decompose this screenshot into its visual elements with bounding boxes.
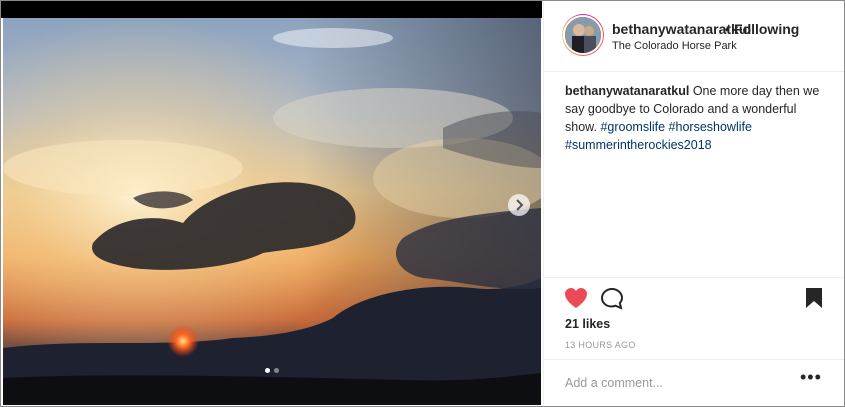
following-button[interactable]: Following bbox=[734, 21, 799, 37]
like-button[interactable] bbox=[564, 287, 588, 314]
heart-icon bbox=[565, 288, 587, 308]
avatar-image bbox=[565, 17, 601, 53]
carousel-dot-active bbox=[265, 368, 270, 373]
chevron-right-icon bbox=[516, 199, 524, 211]
location-link[interactable]: The Colorado Horse Park bbox=[612, 40, 737, 52]
post-header: bethanywatanaratkul • Following The Colo… bbox=[544, 1, 844, 72]
post-photo[interactable] bbox=[3, 18, 541, 405]
separator-dot: • bbox=[725, 21, 730, 37]
more-options-icon[interactable]: ••• bbox=[800, 368, 821, 390]
avatar[interactable] bbox=[563, 15, 603, 55]
hashtag-link[interactable]: #groomslife bbox=[600, 120, 665, 134]
comment-icon bbox=[600, 287, 624, 310]
post-caption: bethanywatanaratkul One more day then we… bbox=[565, 82, 823, 154]
caption-username[interactable]: bethanywatanaratkul bbox=[565, 84, 689, 98]
save-button[interactable] bbox=[805, 287, 823, 314]
hashtag-link[interactable]: #summerintherockies2018 bbox=[565, 138, 712, 152]
bookmark-icon bbox=[806, 288, 822, 308]
comment-bar: ••• bbox=[544, 359, 844, 406]
hashtag-link[interactable]: #horseshowlife bbox=[669, 120, 752, 134]
username-link[interactable]: bethanywatanaratkul bbox=[612, 21, 751, 37]
actions-divider bbox=[544, 277, 844, 278]
comment-button[interactable] bbox=[600, 287, 624, 315]
post-sidebar: bethanywatanaratkul • Following The Colo… bbox=[543, 1, 844, 406]
carousel-dot bbox=[274, 368, 279, 373]
top-black-bar bbox=[1, 1, 542, 18]
sunset-sky-photo bbox=[3, 18, 541, 405]
likes-count[interactable]: 21 likes bbox=[565, 317, 610, 331]
carousel-indicator bbox=[265, 368, 279, 373]
timestamp[interactable]: 13 HOURS AGO bbox=[565, 340, 636, 350]
story-ring[interactable] bbox=[562, 14, 604, 56]
comment-input[interactable] bbox=[565, 373, 785, 393]
next-photo-button[interactable] bbox=[508, 194, 530, 216]
instagram-post-window: bethanywatanaratkul • Following The Colo… bbox=[0, 0, 845, 407]
